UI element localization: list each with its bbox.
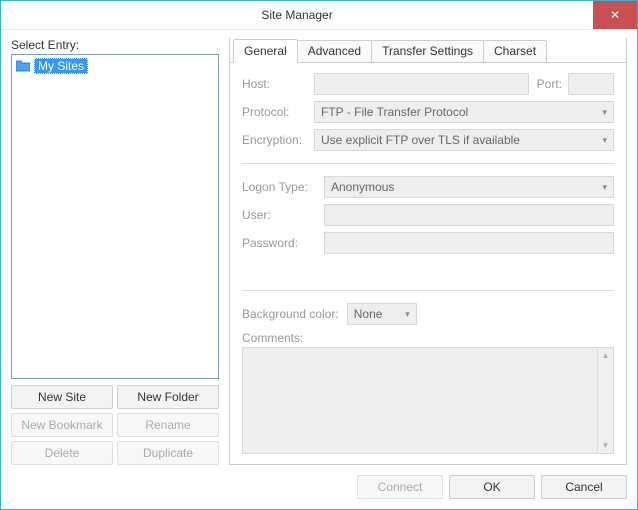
host-row: Host: Port:: [242, 73, 614, 95]
user-label: User:: [242, 208, 318, 222]
duplicate-button: Duplicate: [117, 441, 219, 465]
protocol-select[interactable]: FTP - File Transfer Protocol ▾: [314, 101, 614, 123]
password-label: Password:: [242, 236, 318, 250]
new-folder-button[interactable]: New Folder: [117, 385, 219, 409]
chevron-down-icon: ▾: [405, 304, 410, 324]
close-button[interactable]: ✕: [593, 1, 637, 29]
port-input[interactable]: [568, 73, 614, 95]
encryption-value: Use explicit FTP over TLS if available: [321, 133, 520, 147]
port-label: Port:: [537, 77, 562, 91]
host-label: Host:: [242, 77, 308, 91]
protocol-value: FTP - File Transfer Protocol: [321, 105, 468, 119]
tree-item-label: My Sites: [34, 58, 88, 74]
delete-button: Delete: [11, 441, 113, 465]
bgcolor-select[interactable]: None ▾: [347, 303, 417, 325]
new-bookmark-button: New Bookmark: [11, 413, 113, 437]
encryption-row: Encryption: Use explicit FTP over TLS if…: [242, 129, 614, 151]
chevron-down-icon: ▾: [602, 102, 607, 122]
window-title: Site Manager: [1, 1, 593, 29]
cancel-button[interactable]: Cancel: [541, 475, 627, 499]
user-row: User:: [242, 204, 614, 226]
connect-button: Connect: [357, 475, 443, 499]
select-entry-label: Select Entry:: [11, 38, 219, 52]
tab-body-general: Host: Port: Protocol: FTP - File Transfe…: [230, 62, 626, 464]
site-manager-window: Site Manager ✕ Select Entry: My Sites: [0, 0, 638, 510]
tab-transfer-settings[interactable]: Transfer Settings: [371, 40, 484, 62]
site-tree[interactable]: My Sites: [11, 54, 219, 379]
left-button-grid: New Site New Folder New Bookmark Rename …: [11, 385, 219, 465]
main-row: Select Entry: My Sites New Site New Fold…: [11, 38, 627, 465]
password-input[interactable]: [324, 232, 614, 254]
encryption-label: Encryption:: [242, 133, 308, 147]
left-pane: Select Entry: My Sites New Site New Fold…: [11, 38, 219, 465]
tab-charset[interactable]: Charset: [483, 40, 547, 62]
comments-textarea[interactable]: ▴ ▾: [242, 347, 614, 454]
new-site-button[interactable]: New Site: [11, 385, 113, 409]
tabs-container: General Advanced Transfer Settings Chars…: [229, 38, 627, 465]
tabs-header: General Advanced Transfer Settings Chars…: [230, 38, 626, 62]
bgcolor-value: None: [354, 307, 383, 321]
ok-button[interactable]: OK: [449, 475, 535, 499]
logon-type-value: Anonymous: [331, 180, 394, 194]
bgcolor-label: Background color:: [242, 307, 339, 321]
tab-advanced[interactable]: Advanced: [297, 40, 372, 62]
scroll-down-icon: ▾: [603, 440, 608, 451]
tree-item-my-sites[interactable]: My Sites: [14, 57, 216, 75]
logon-type-label: Logon Type:: [242, 180, 318, 194]
encryption-select[interactable]: Use explicit FTP over TLS if available ▾: [314, 129, 614, 151]
bgcolor-row: Background color: None ▾: [242, 303, 614, 325]
logon-type-select[interactable]: Anonymous ▾: [324, 176, 614, 198]
right-pane: General Advanced Transfer Settings Chars…: [229, 38, 627, 465]
user-input[interactable]: [324, 204, 614, 226]
password-row: Password:: [242, 232, 614, 254]
protocol-row: Protocol: FTP - File Transfer Protocol ▾: [242, 101, 614, 123]
scrollbar[interactable]: ▴ ▾: [597, 348, 613, 453]
rename-button: Rename: [117, 413, 219, 437]
separator: [242, 163, 614, 164]
folder-icon: [16, 60, 30, 72]
tab-general[interactable]: General: [233, 39, 298, 63]
chevron-down-icon: ▾: [602, 130, 607, 150]
close-icon: ✕: [610, 8, 620, 22]
content-area: Select Entry: My Sites New Site New Fold…: [1, 30, 637, 509]
scroll-up-icon: ▴: [603, 350, 608, 361]
separator: [242, 290, 614, 291]
titlebar: Site Manager ✕: [1, 1, 637, 30]
protocol-label: Protocol:: [242, 105, 308, 119]
host-input[interactable]: [314, 73, 529, 95]
comments-row: Comments: ▴ ▾: [242, 331, 614, 454]
chevron-down-icon: ▾: [602, 177, 607, 197]
comments-label: Comments:: [242, 331, 614, 345]
logon-type-row: Logon Type: Anonymous ▾: [242, 176, 614, 198]
footer: Connect OK Cancel: [11, 465, 627, 499]
